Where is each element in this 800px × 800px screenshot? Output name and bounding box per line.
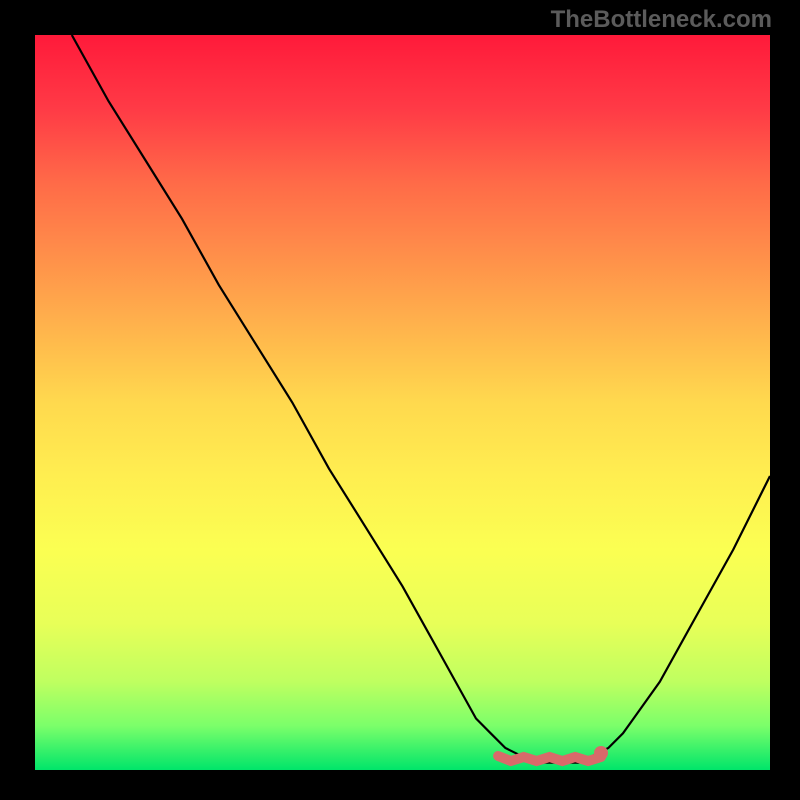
chart-frame: TheBottleneck.com [0, 0, 800, 800]
flat-zone-end-dot [594, 746, 608, 760]
plot-area [35, 35, 770, 770]
curve-svg [35, 35, 770, 770]
watermark-text: TheBottleneck.com [551, 6, 772, 34]
bottleneck-curve [72, 35, 770, 763]
flat-zone-overlay [498, 756, 601, 761]
